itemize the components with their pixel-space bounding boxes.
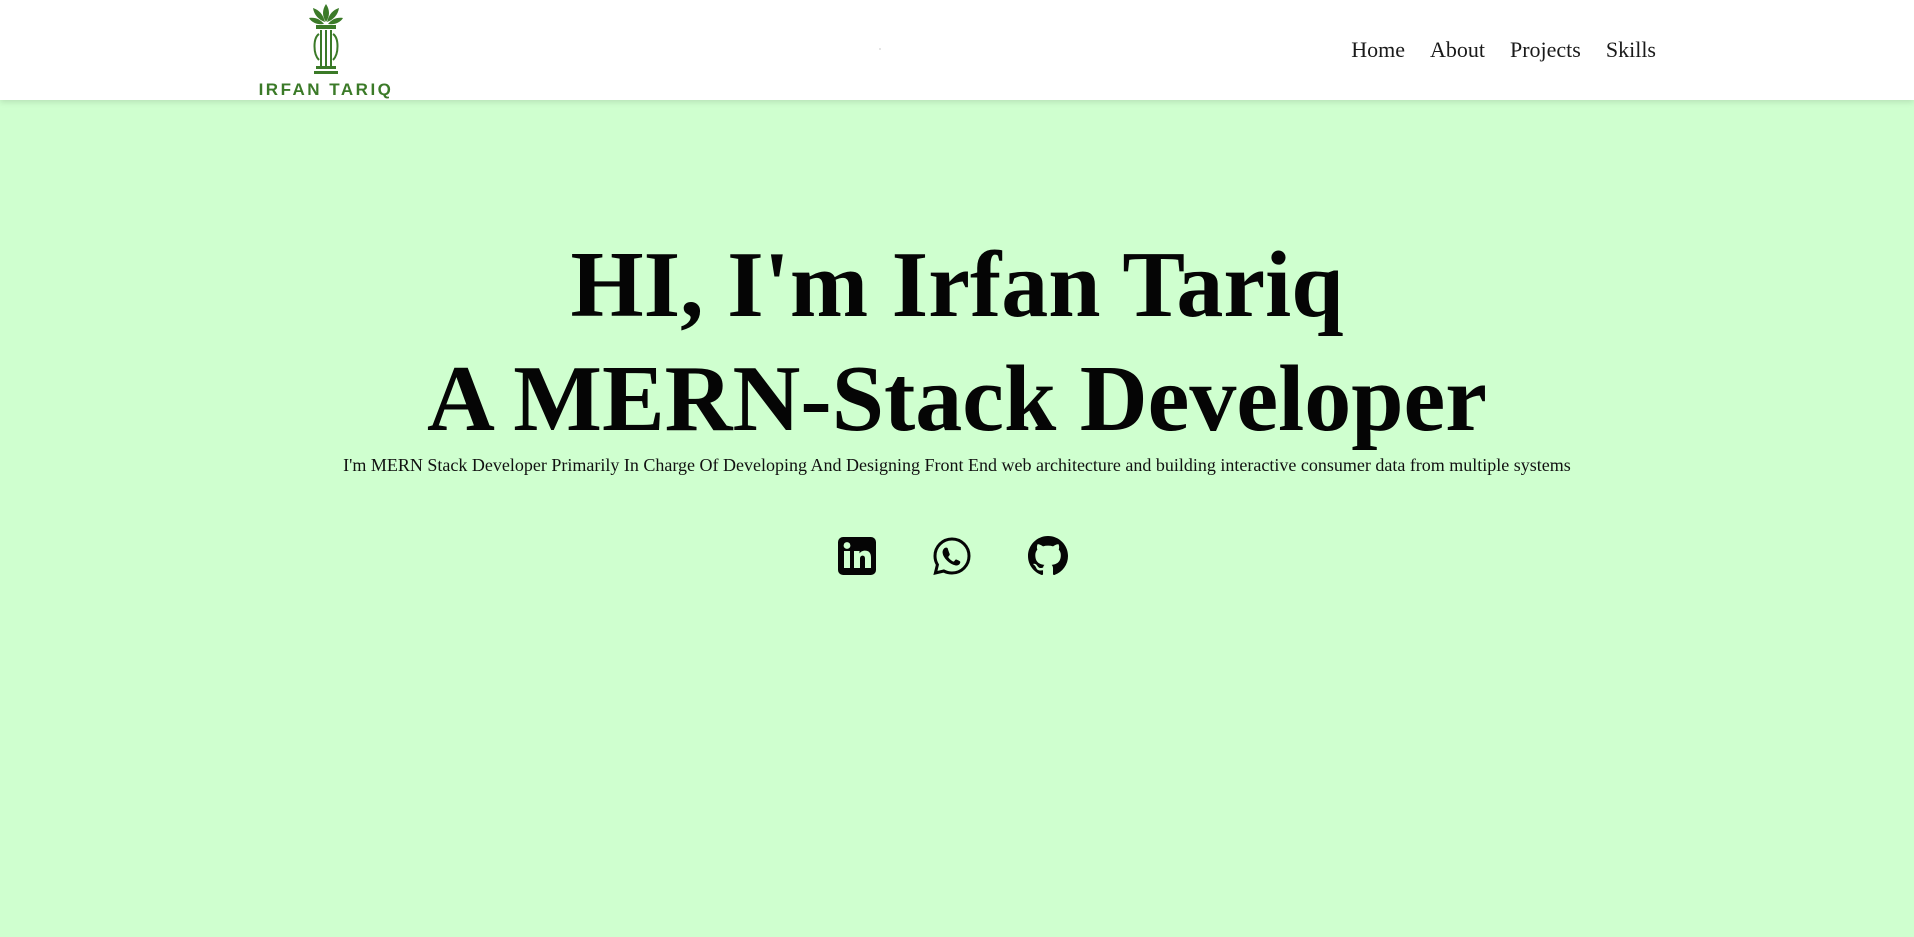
main-nav: Home About Projects Skills [1326,36,1656,64]
github-icon [1028,536,1068,576]
linkedin-icon [838,537,876,575]
whatsapp-icon [933,537,971,576]
navbar: IRFAN TARIQ Home About Projects Skills [0,0,1914,100]
github-link[interactable] [1028,536,1068,576]
hero-title: HI, I'm Irfan Tariq A MERN-Stack Develop… [0,228,1914,456]
nav-divider-dot [879,48,881,50]
brand-logo-link[interactable]: IRFAN TARIQ [254,0,398,100]
nav-link-skills[interactable]: Skills [1606,36,1656,64]
nav-link-projects[interactable]: Projects [1510,36,1581,64]
linkedin-link[interactable] [837,536,877,576]
pillar-leaf-logo-icon [309,4,343,74]
social-links [0,536,1914,580]
nav-link-about[interactable]: About [1430,36,1485,64]
hero-title-line-2: A MERN-Stack Developer [427,347,1487,451]
hero-section [0,100,1914,937]
nav-link-home[interactable]: Home [1351,36,1405,64]
hero-title-line-1: HI, I'm Irfan Tariq [570,233,1344,337]
hero-tagline: I'm MERN Stack Developer Primarily In Ch… [343,455,1571,475]
brand-name: IRFAN TARIQ [258,80,394,99]
whatsapp-link[interactable] [932,536,972,576]
